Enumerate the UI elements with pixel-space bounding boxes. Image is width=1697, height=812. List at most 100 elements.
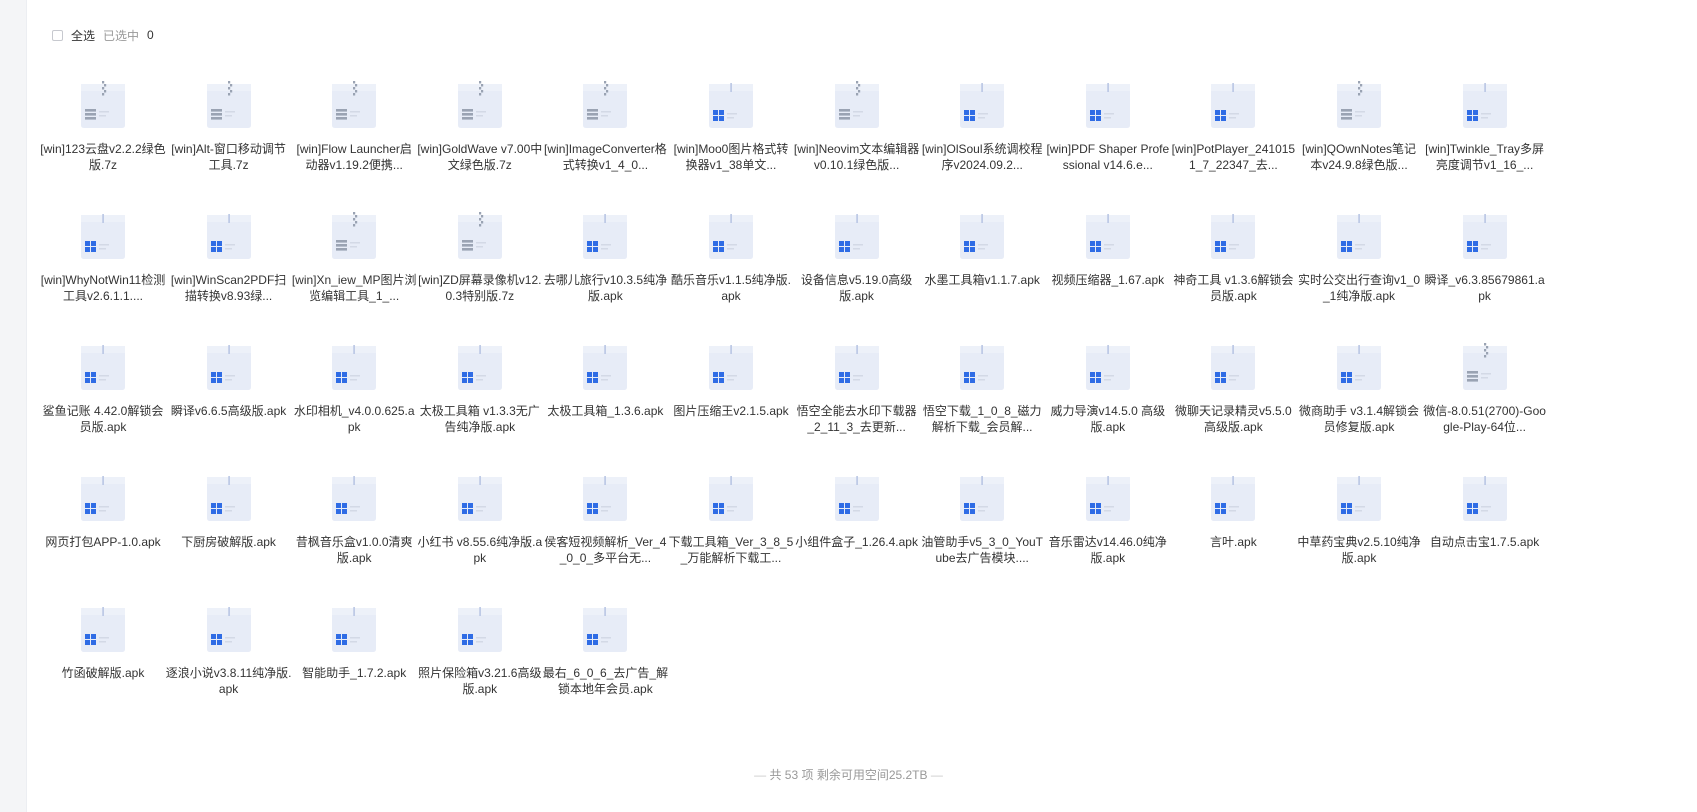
file-name: 微聊天记录精灵v5.5.0高级版.apk: [1175, 404, 1292, 434]
file-item[interactable]: 自动点击宝1.7.5.apk: [1422, 472, 1548, 566]
windows-file-icon: [1082, 341, 1134, 391]
file-item[interactable]: 智能助手_1.7.2.apk: [291, 603, 417, 697]
file-item[interactable]: [win]Twinkle_Tray多屏亮度调节v1_16_...: [1422, 79, 1548, 173]
file-name: 竹函破解版.apk: [61, 666, 145, 680]
file-name: 图片压缩王v2.1.5.apk: [673, 404, 789, 418]
windows-file-icon: [831, 472, 883, 522]
file-item[interactable]: [win]WinScan2PDF扫描转换v8.93绿...: [166, 210, 292, 304]
file-item[interactable]: [win]Neovim文本编辑器v0.10.1绿色版...: [794, 79, 920, 173]
windows-file-icon: [1333, 341, 1385, 391]
select-all-label[interactable]: 全选: [71, 27, 95, 44]
archive-file-icon: [77, 79, 129, 129]
file-item[interactable]: 照片保险箱v3.21.6高级版.apk: [417, 603, 543, 697]
file-item[interactable]: 去哪儿旅行v10.3.5纯净版.apk: [542, 210, 668, 304]
file-item[interactable]: [win]PotPlayer_2410151_7_22347_去...: [1170, 79, 1296, 173]
file-item[interactable]: [win]QOwnNotes笔记本v24.9.8绿色版...: [1296, 79, 1422, 173]
windows-file-icon: [1459, 472, 1511, 522]
file-name: 最右_6_0_6_去广告_解锁本地年会员.apk: [542, 666, 669, 696]
file-item[interactable]: [win]ZD屏幕录像机v12.0.3特别版.7z: [417, 210, 543, 304]
file-item[interactable]: 神奇工具 v1.3.6解锁会员版.apk: [1170, 210, 1296, 304]
file-item[interactable]: 悟空下载_1_0_8_磁力解析下载_会员解...: [919, 341, 1045, 435]
file-name: [win]Xn_iew_MP图片浏览编辑工具_1_...: [291, 273, 417, 303]
file-name: 鲨鱼记账 4.42.0解锁会员版.apk: [42, 404, 164, 434]
file-item[interactable]: [win]123云盘v2.2.2绿色版.7z: [40, 79, 166, 173]
file-item[interactable]: 太极工具箱_1.3.6.apk: [542, 341, 668, 435]
file-name: 智能助手_1.7.2.apk: [302, 666, 407, 680]
file-name: 微信-8.0.51(2700)-Google-Play-64位...: [1423, 404, 1546, 434]
file-item[interactable]: [win]OlSoul系统调校程序v2024.09.2...: [919, 79, 1045, 173]
windows-file-icon: [77, 603, 129, 653]
file-item[interactable]: 油管助手v5_3_0_YouTube去广告模块....: [919, 472, 1045, 566]
file-item[interactable]: [win]Flow Launcher启动器v1.19.2便携...: [291, 79, 417, 173]
windows-file-icon: [1207, 472, 1259, 522]
file-item[interactable]: 悟空全能去水印下载器_2_11_3_去更新...: [794, 341, 920, 435]
file-item[interactable]: 逐浪小说v3.8.11纯净版.apk: [166, 603, 292, 697]
sidebar-edge: [0, 0, 27, 812]
file-item[interactable]: 下载工具箱_Ver_3_8_5_万能解析下载工...: [668, 472, 794, 566]
file-name: 神奇工具 v1.3.6解锁会员版.apk: [1173, 273, 1294, 303]
file-item[interactable]: 微信-8.0.51(2700)-Google-Play-64位...: [1422, 341, 1548, 435]
file-name: [win]Alt-窗口移动调节工具.7z: [171, 142, 286, 172]
file-name: 侯客短视频解析_Ver_4_0_0_多平台无...: [544, 535, 667, 565]
file-name: 网页打包APP-1.0.apk: [45, 535, 161, 549]
file-item[interactable]: [win]Xn_iew_MP图片浏览编辑工具_1_...: [291, 210, 417, 304]
file-item[interactable]: 实时公交出行查询v1_0_1纯净版.apk: [1296, 210, 1422, 304]
file-item[interactable]: [win]Moo0图片格式转换器v1_38单文...: [668, 79, 794, 173]
file-name: [win]WinScan2PDF扫描转换v8.93绿...: [170, 273, 287, 303]
footer-summary: — 共 53 项 剩余可用空间25.2TB —: [754, 768, 943, 782]
archive-file-icon: [328, 210, 380, 260]
file-item[interactable]: 侯客短视频解析_Ver_4_0_0_多平台无...: [542, 472, 668, 566]
file-item[interactable]: 昔枫音乐盒v1.0.0清爽版.apk: [291, 472, 417, 566]
windows-file-icon: [956, 79, 1008, 129]
select-all-checkbox[interactable]: [52, 29, 63, 41]
windows-file-icon: [454, 472, 506, 522]
file-name: 下载工具箱_Ver_3_8_5_万能解析下载工...: [668, 535, 794, 565]
archive-file-icon: [1459, 341, 1511, 391]
file-name: 酷乐音乐v1.1.5纯净版.apk: [670, 273, 792, 303]
file-item[interactable]: 视频压缩器_1.67.apk: [1045, 210, 1171, 304]
file-item[interactable]: 竹函破解版.apk: [40, 603, 166, 697]
file-item[interactable]: 小组件盒子_1.26.4.apk: [794, 472, 920, 566]
file-item[interactable]: 小红书 v8.55.6纯净版.apk: [417, 472, 543, 566]
windows-file-icon: [579, 341, 631, 391]
file-name: [win]Twinkle_Tray多屏亮度调节v1_16_...: [1425, 142, 1545, 172]
file-item[interactable]: 言叶.apk: [1170, 472, 1296, 566]
windows-file-icon: [1207, 79, 1259, 129]
file-item[interactable]: 威力导演v14.5.0 高级版.apk: [1045, 341, 1171, 435]
windows-file-icon: [831, 210, 883, 260]
archive-file-icon: [203, 79, 255, 129]
file-name: 太极工具箱 v1.3.3无广告纯净版.apk: [419, 404, 540, 434]
file-item[interactable]: 中草药宝典v2.5.10纯净版.apk: [1296, 472, 1422, 566]
file-item[interactable]: 网页打包APP-1.0.apk: [40, 472, 166, 566]
selected-label: 已选中: [103, 28, 140, 43]
archive-file-icon: [579, 79, 631, 129]
file-item[interactable]: 最右_6_0_6_去广告_解锁本地年会员.apk: [542, 603, 668, 697]
file-item[interactable]: 音乐雷达v14.46.0纯净版.apk: [1045, 472, 1171, 566]
file-item[interactable]: 瞬译v6.6.5高级版.apk: [166, 341, 292, 435]
file-item[interactable]: 下厨房破解版.apk: [166, 472, 292, 566]
windows-file-icon: [956, 472, 1008, 522]
file-item[interactable]: 鲨鱼记账 4.42.0解锁会员版.apk: [40, 341, 166, 435]
windows-file-icon: [203, 472, 255, 522]
file-item[interactable]: 微聊天记录精灵v5.5.0高级版.apk: [1170, 341, 1296, 435]
footer-text: 共 53 项 剩余可用空间25.2TB: [769, 768, 928, 782]
file-name: [win]Flow Launcher启动器v1.19.2便携...: [296, 142, 412, 172]
file-item[interactable]: 水墨工具箱v1.1.7.apk: [919, 210, 1045, 304]
file-item[interactable]: 设备信息v5.19.0高级版.apk: [794, 210, 920, 304]
file-item[interactable]: [win]ImageConverter格式转换v1_4_0...: [542, 79, 668, 173]
file-item[interactable]: 太极工具箱 v1.3.3无广告纯净版.apk: [417, 341, 543, 435]
windows-file-icon: [1459, 79, 1511, 129]
file-item[interactable]: 瞬译_v6.3.85679861.apk: [1422, 210, 1548, 304]
file-item[interactable]: 水印相机_v4.0.0.625.apk: [291, 341, 417, 435]
file-name: [win]PDF Shaper Professional v14.6.e...: [1046, 142, 1170, 172]
file-item[interactable]: 图片压缩王v2.1.5.apk: [668, 341, 794, 435]
file-item[interactable]: [win]WhyNotWin11检测工具v2.6.1.1....: [40, 210, 166, 304]
file-item[interactable]: [win]Alt-窗口移动调节工具.7z: [166, 79, 292, 173]
file-name: 实时公交出行查询v1_0_1纯净版.apk: [1297, 273, 1421, 303]
file-item[interactable]: [win]PDF Shaper Professional v14.6.e...: [1045, 79, 1171, 173]
file-name: [win]ImageConverter格式转换v1_4_0...: [544, 142, 667, 172]
file-item[interactable]: 酷乐音乐v1.1.5纯净版.apk: [668, 210, 794, 304]
windows-file-icon: [1207, 210, 1259, 260]
file-item[interactable]: 微商助手 v3.1.4解锁会员修复版.apk: [1296, 341, 1422, 435]
file-item[interactable]: [win]GoldWave v7.00中文绿色版.7z: [417, 79, 543, 173]
